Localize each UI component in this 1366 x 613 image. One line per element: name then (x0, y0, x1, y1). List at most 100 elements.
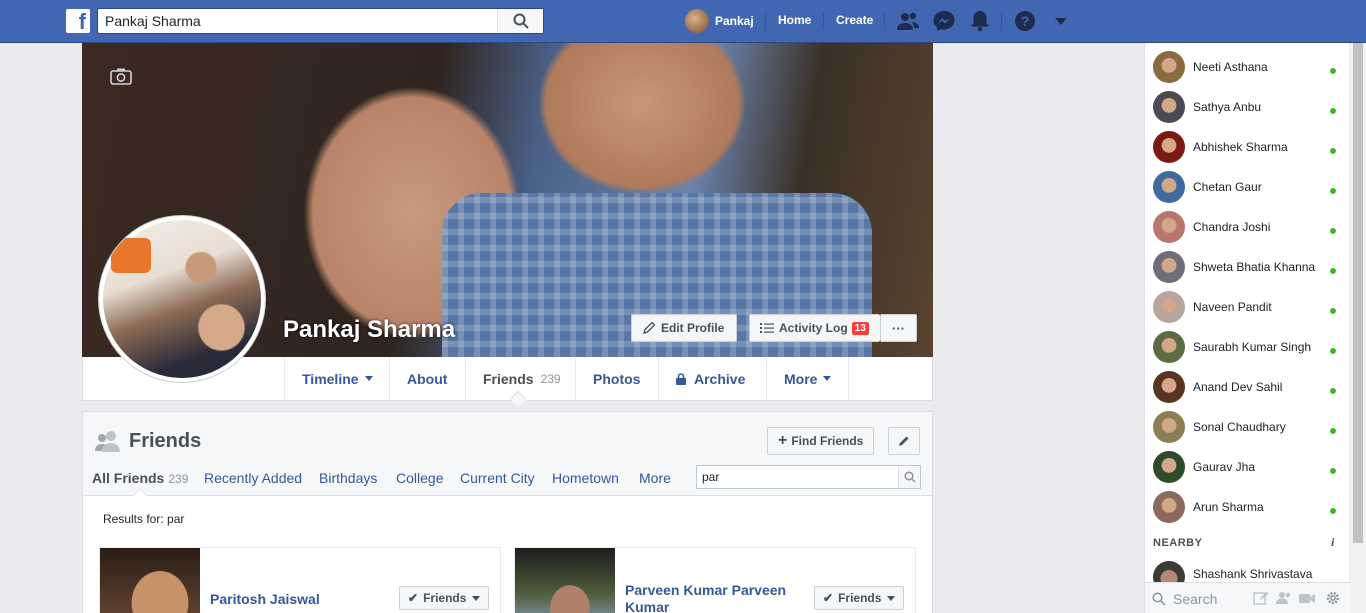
contact-name: Chandra Joshi (1193, 220, 1271, 234)
checkmark-icon: ✔ (408, 591, 419, 605)
facebook-logo[interactable]: f (66, 9, 90, 33)
contact-item[interactable]: Arun Sharma (1145, 487, 1350, 527)
subtab-current-city[interactable]: Current City (460, 470, 535, 486)
contact-name: Gaurav Jha (1193, 460, 1256, 474)
help-icon[interactable]: ? (1013, 10, 1037, 32)
avatar (1153, 491, 1185, 523)
friends-search-button[interactable] (898, 466, 920, 488)
friends-status-label: Friends (838, 591, 882, 605)
contact-item[interactable]: Sonal Chaudhary (1145, 407, 1350, 447)
chat-footer: Search (1145, 582, 1350, 613)
friend-photo[interactable] (515, 548, 615, 613)
friends-status-label: Friends (423, 591, 467, 605)
friends-icon (95, 431, 120, 452)
friend-name[interactable]: Paritosh Jaiswal (210, 591, 320, 608)
nav-divider (765, 12, 766, 30)
find-friends-button[interactable]: + Find Friends (767, 427, 875, 455)
messenger-icon[interactable] (932, 10, 956, 32)
contact-name: Sathya Anbu (1193, 100, 1262, 114)
avatar (1153, 411, 1185, 443)
contact-item[interactable]: Gaurav Jha (1145, 447, 1350, 487)
friend-requests-icon[interactable] (896, 10, 920, 32)
tab-about[interactable]: About (389, 357, 465, 400)
subtab-recently-added[interactable]: Recently Added (204, 470, 302, 486)
avatar (1153, 331, 1185, 363)
online-status-dot (1330, 308, 1336, 314)
global-search-field[interactable]: Pankaj Sharma (97, 8, 544, 34)
camera-icon[interactable] (110, 67, 132, 85)
tab-archive[interactable]: Archive (658, 357, 766, 400)
contact-item[interactable]: Saurabh Kumar Singh (1145, 327, 1350, 367)
account-menu-icon[interactable] (1049, 10, 1073, 32)
tab-label: Archive (694, 370, 746, 387)
global-search-value[interactable]: Pankaj Sharma (105, 13, 201, 29)
caret-down-icon (823, 376, 832, 381)
contact-item[interactable]: Anand Dev Sahil (1145, 367, 1350, 407)
page-scrollbar[interactable] (1350, 43, 1366, 613)
contact-item[interactable]: Naveen Pandit (1145, 287, 1350, 327)
online-status-dot (1330, 108, 1336, 114)
friends-status-button[interactable]: ✔ Friends (399, 586, 490, 610)
contact-item[interactable]: Shweta Bhatia Khanna (1145, 247, 1350, 287)
activity-log-button[interactable]: Activity Log 13 (749, 314, 880, 342)
online-status-dot (1330, 428, 1336, 434)
subtab-hometown[interactable]: Hometown (552, 470, 619, 486)
edit-profile-button[interactable]: Edit Profile (631, 314, 737, 342)
friends-status-button[interactable]: ✔ Friends (814, 586, 905, 610)
tab-more[interactable]: More (766, 357, 849, 400)
contact-item[interactable]: Abhishek Sharma (1145, 127, 1350, 167)
contact-name: Abhishek Sharma (1193, 140, 1288, 154)
online-status-dot (1330, 388, 1336, 394)
subtab-birthdays[interactable]: Birthdays (319, 470, 377, 486)
more-options-button[interactable]: ··· (880, 314, 917, 342)
subtab-all-friends[interactable]: All Friends 239 (92, 470, 188, 486)
contact-name: Arun Sharma (1193, 500, 1264, 514)
tab-label: Timeline (302, 370, 359, 387)
create-group-icon[interactable] (1276, 591, 1292, 605)
contact-name: Anand Dev Sahil (1193, 380, 1283, 394)
nav-divider (823, 12, 824, 30)
chat-sidebar: Neeti Asthana Sathya Anbu Abhishek Sharma C… (1144, 43, 1350, 613)
nav-divider (1001, 12, 1002, 30)
online-status-dot (1330, 188, 1336, 194)
profile-name[interactable]: Pankaj Sharma (283, 316, 455, 344)
search-button[interactable] (497, 9, 543, 33)
profile-picture[interactable] (98, 215, 266, 383)
contact-item[interactable]: Chandra Joshi (1145, 207, 1350, 247)
friend-photo[interactable] (100, 548, 200, 613)
nearby-heading: NEARBY (1153, 537, 1203, 549)
find-friends-label: Find Friends (791, 434, 864, 448)
online-status-dot (1330, 268, 1336, 274)
profile-picture-image (103, 220, 261, 378)
friends-search-input[interactable] (697, 466, 897, 488)
chat-search-input[interactable]: Search (1173, 591, 1217, 607)
tab-label: More (784, 370, 818, 387)
subtab-more[interactable]: More (639, 470, 671, 486)
contact-item[interactable]: Sathya Anbu (1145, 87, 1350, 127)
edit-profile-label: Edit Profile (661, 321, 725, 335)
compose-icon[interactable] (1253, 591, 1269, 605)
search-icon (513, 13, 529, 29)
online-status-dot (1330, 228, 1336, 234)
friends-search-field[interactable] (696, 465, 921, 489)
contact-name: Saurabh Kumar Singh (1193, 340, 1312, 354)
gear-icon[interactable] (1325, 591, 1341, 605)
contact-item[interactable]: Neeti Asthana (1145, 47, 1350, 87)
notifications-icon[interactable] (968, 10, 992, 32)
friend-name[interactable]: Parveen Kumar Parveen Kumar (625, 582, 805, 613)
create-link[interactable]: Create (836, 13, 873, 27)
home-link[interactable]: Home (778, 13, 811, 27)
contact-item[interactable]: Chetan Gaur (1145, 167, 1350, 207)
avatar (1153, 171, 1185, 203)
video-call-icon[interactable] (1299, 591, 1315, 605)
list-icon (760, 323, 774, 333)
online-status-dot (1330, 68, 1336, 74)
tab-photos[interactable]: Photos (575, 357, 658, 400)
online-status-dot (1330, 148, 1336, 154)
edit-friends-button[interactable] (888, 427, 920, 455)
scrollbar-thumb[interactable] (1353, 43, 1363, 543)
caret-down-icon (472, 595, 481, 601)
info-icon[interactable]: i (1331, 535, 1334, 550)
subtab-college[interactable]: College (396, 470, 443, 486)
profile-nav-link[interactable]: Pankaj (685, 9, 754, 33)
